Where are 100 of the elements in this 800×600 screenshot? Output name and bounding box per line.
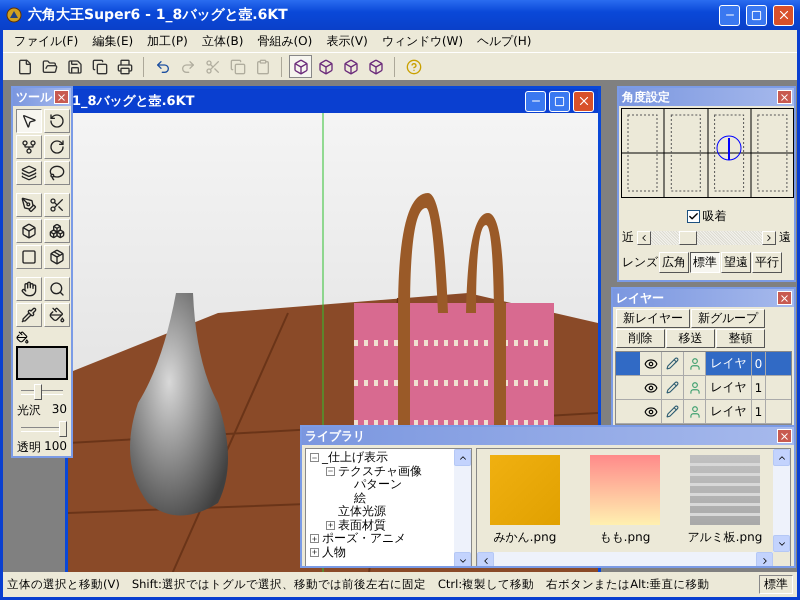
menu-item[interactable]: ファイル(F) (7, 32, 86, 50)
close-button[interactable] (54, 90, 69, 104)
right-arrow-button[interactable] (762, 230, 776, 244)
save-icon (66, 58, 82, 74)
rotate-icon (49, 139, 65, 155)
maximize-button[interactable] (549, 90, 570, 112)
lasso-icon (49, 165, 65, 181)
cube-icon (368, 58, 384, 74)
document-title: 1_8バッグと壺.6KT (72, 93, 196, 110)
lens-button[interactable]: 標準 (690, 252, 720, 273)
status-hint: Ctrl:複製して移動 (438, 577, 534, 592)
maximize-icon (554, 96, 565, 106)
lens-button[interactable]: 広角 (659, 252, 689, 273)
figure-icon (688, 380, 702, 394)
rotate-icon (49, 113, 65, 129)
menu-item[interactable]: 加工(P) (140, 32, 195, 50)
near-label: 近 (622, 229, 634, 246)
transparency-value: 100 (44, 439, 67, 455)
layers-icon (21, 165, 37, 181)
left-arrow-button[interactable] (637, 230, 651, 244)
close-icon (779, 292, 790, 304)
box-icon (21, 223, 37, 239)
new-file-icon (16, 58, 32, 74)
lens-button[interactable]: 望遠 (721, 252, 751, 273)
close-button[interactable] (777, 291, 792, 305)
layer-name: レイヤ (706, 400, 752, 423)
layer-action-button[interactable]: 整頓 (716, 329, 765, 348)
view-button[interactable] (289, 55, 312, 78)
slider-thumb[interactable] (34, 384, 42, 400)
distance-slider[interactable] (637, 230, 776, 244)
cube-icon (49, 249, 65, 265)
mode-indicator: 標準 (759, 575, 793, 594)
boxes-icon (49, 223, 65, 239)
menu-item[interactable]: 立体(B) (194, 32, 250, 50)
paint-bucket-icon (49, 307, 65, 323)
slider[interactable] (21, 384, 63, 400)
minimize-button[interactable] (525, 90, 546, 112)
panel-title: 角度設定 (622, 88, 670, 106)
close-button[interactable] (777, 90, 792, 104)
menu-item[interactable]: ヘルプ(H) (470, 32, 538, 50)
layer-row[interactable]: レイヤ 1 (616, 400, 791, 424)
close-button[interactable] (573, 90, 594, 112)
layer-action-button[interactable]: 削除 (616, 329, 665, 348)
paste-icon (254, 58, 270, 74)
menu-item[interactable]: 表示(V) (319, 32, 375, 50)
gloss-value: 30 (52, 402, 67, 418)
slider-thumb[interactable] (59, 421, 67, 437)
maximize-icon (751, 10, 762, 20)
pencil-icon (666, 381, 679, 394)
check-icon (688, 211, 698, 222)
layer-action-button[interactable]: 移送 (666, 329, 715, 348)
lens-button[interactable]: 平行 (752, 252, 782, 273)
pen-icon (21, 197, 37, 213)
snap-checkbox[interactable] (686, 210, 700, 223)
close-icon (779, 92, 790, 102)
close-icon (56, 92, 67, 102)
layer-number: 0 (752, 352, 766, 375)
panel-title: ツール (16, 88, 52, 106)
slider-thumb[interactable] (678, 230, 697, 244)
layer-row[interactable]: レイヤ 1 (616, 376, 791, 400)
cube-icon (292, 58, 308, 74)
close-button[interactable] (773, 4, 794, 26)
color-swatch (16, 346, 68, 380)
menu-item[interactable]: 骨組み(O) (250, 32, 320, 50)
hand-icon (21, 281, 37, 297)
eye-icon (644, 404, 658, 418)
cube-icon (342, 58, 358, 74)
lens-label: レンズ (622, 254, 658, 271)
square-icon (21, 249, 37, 265)
scissors-icon (49, 197, 65, 213)
file-name: アルミ板.png (688, 529, 762, 546)
cube-icon (318, 58, 334, 74)
file-name: もも.png (600, 529, 650, 546)
eyedropper-icon (21, 307, 37, 323)
help-icon (406, 58, 422, 74)
open-folder-icon (42, 58, 58, 74)
status-hint: 右ボタンまたはAlt:垂直に移動 (546, 577, 710, 592)
pencil-icon (666, 405, 679, 418)
tool-button[interactable] (16, 109, 42, 133)
layer-action-button[interactable]: 新レイヤー (616, 309, 690, 328)
scroll-right-button[interactable] (756, 552, 773, 566)
layer-action-button[interactable]: 新グループ (691, 309, 765, 328)
redo-icon (180, 58, 196, 74)
undo-icon (154, 58, 170, 74)
close-button[interactable] (777, 429, 792, 443)
layer-name: レイヤ (706, 376, 752, 399)
figure-icon (688, 356, 702, 370)
panel-title: レイヤー (616, 290, 664, 306)
pencil-icon (666, 357, 679, 370)
layer-number: 1 (752, 400, 766, 423)
layer-row[interactable]: レイヤ 0 (616, 352, 791, 376)
minimize-button[interactable] (719, 4, 740, 26)
snap-label: 吸着 (702, 208, 726, 225)
status-text: 立体の選択と移動(V) (7, 577, 120, 592)
menu-item[interactable]: 編集(E) (85, 32, 140, 50)
paint-bucket-icon (16, 331, 29, 344)
layer-name: レイヤ (706, 352, 752, 375)
far-label: 遠 (779, 229, 791, 246)
menu-item[interactable]: ウィンドウ(W) (374, 32, 470, 50)
maximize-button[interactable] (746, 4, 767, 26)
